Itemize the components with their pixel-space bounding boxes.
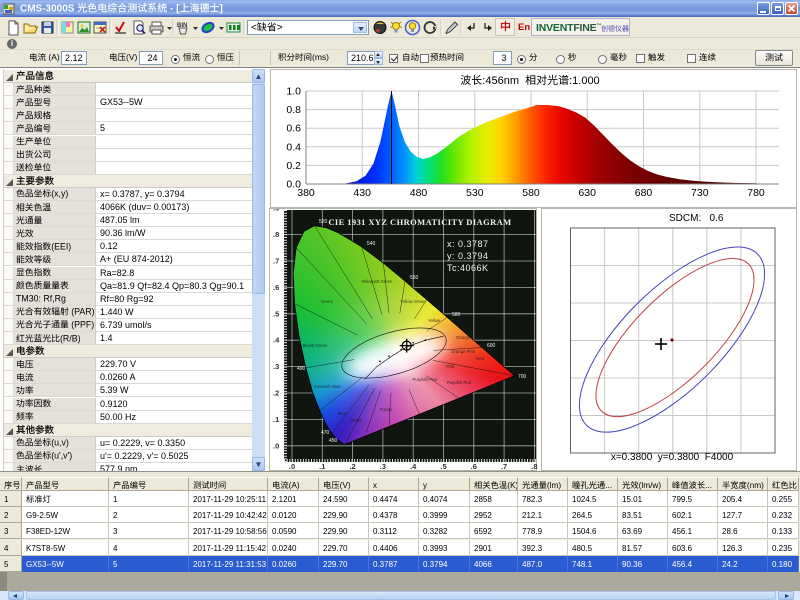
svg-text:780: 780 (747, 187, 765, 199)
svg-text:1.0: 1.0 (286, 86, 301, 98)
svg-text:...: ... (705, 480, 712, 490)
svg-text:<: < (251, 23, 257, 34)
svg-text:Purplish Red: Purplish Red (447, 380, 472, 385)
svg-text:...: ... (605, 480, 612, 490)
svg-text::456nm: :456nm (482, 75, 525, 87)
svg-text:(u,v): (u,v) (51, 438, 69, 448)
svg-text:520: 520 (319, 219, 328, 225)
svg-text:(A): (A) (289, 480, 300, 490)
svg-text:470: 470 (321, 430, 330, 436)
svg-text:(PAR): (PAR) (68, 307, 94, 317)
svg-text::1.000: :1.000 (569, 75, 600, 87)
svg-text:540: 540 (367, 241, 376, 247)
svg-text:Yellow: Yellow (428, 318, 441, 323)
svg-text:Orange: Orange (456, 335, 471, 340)
svg-text:Yellowish Green: Yellowish Green (362, 279, 394, 284)
svg-text:CIE 1931 XYZ CHROMATICITY DI: CIE 1931 XYZ CHROMATICITY DIAGRAM (328, 217, 511, 227)
svg-text:530: 530 (466, 187, 484, 199)
svg-text:560: 560 (410, 275, 419, 281)
svg-text:Tc:4066K: Tc:4066K (447, 263, 489, 273)
svg-text:Purple: Purple (380, 407, 393, 412)
svg-text:430: 430 (353, 187, 371, 199)
svg-text:0.4: 0.4 (286, 141, 301, 153)
svg-text:Pink: Pink (446, 364, 455, 369)
svg-text:x: 0.3787: x: 0.3787 (447, 239, 489, 249)
svg-text:580: 580 (452, 312, 461, 318)
svg-text:580: 580 (522, 187, 540, 199)
svg-text:Yellow Green: Yellow Green (400, 299, 426, 304)
svg-text:- [: - [ (167, 4, 180, 15)
svg-text:(ms): (ms) (312, 52, 329, 62)
svg-text:(V): (V) (126, 52, 138, 62)
svg-text:SDCM: 0.6: SDCM: 0.6 (669, 213, 724, 224)
svg-text:(lm): (lm) (547, 480, 562, 490)
svg-text:Violet: Violet (351, 418, 362, 423)
svg-text:730: 730 (691, 187, 709, 199)
svg-text:CMS-3000S: CMS-3000S (20, 4, 77, 15)
svg-text:Purplish Pink: Purplish Pink (412, 377, 438, 382)
svg-text:680: 680 (635, 187, 653, 199)
svg-text:630: 630 (578, 187, 596, 199)
svg-text:450: 450 (329, 438, 338, 444)
svg-text:(R/B): (R/B) (60, 333, 81, 343)
svg-text:Green: Green (321, 299, 334, 304)
svg-text:0.8: 0.8 (286, 104, 301, 116)
svg-text:480: 480 (410, 187, 428, 199)
svg-text:0.0: 0.0 (286, 179, 301, 191)
svg-text:(PPF): (PPF) (68, 320, 93, 330)
svg-text:x=0.3800 y=0.3800 F4000: x=0.3800 y=0.3800 F4000 (611, 452, 734, 463)
svg-text:TM30: Rf,Rg: TM30: Rf,Rg (16, 294, 66, 304)
svg-text:(V): (V) (340, 480, 351, 490)
svg-text:Greenish Blue: Greenish Blue (313, 384, 341, 389)
svg-text:>: > (277, 23, 283, 34)
svg-text:(A): (A) (46, 52, 60, 62)
svg-text:y: 0.3794: y: 0.3794 (447, 251, 489, 261)
svg-text:Blue: Blue (338, 411, 347, 416)
svg-text:Bluish Green: Bluish Green (303, 343, 328, 348)
svg-text:490: 490 (297, 366, 306, 372)
svg-text:0.2: 0.2 (286, 160, 301, 172)
svg-text:700: 700 (518, 374, 527, 380)
svg-text:]: ] (220, 4, 223, 15)
svg-text:0.6: 0.6 (286, 123, 301, 135)
svg-text:(lm/w): (lm/w) (639, 480, 662, 490)
svg-text:Orange Pink: Orange Pink (451, 349, 476, 354)
svg-text:(K): (K) (507, 480, 518, 490)
svg-text:600: 600 (487, 343, 496, 349)
svg-text:(x,y): (x,y) (51, 189, 68, 199)
svg-text:(u',v'): (u',v') (51, 451, 72, 461)
svg-text:(EEI): (EEI) (51, 241, 71, 251)
svg-text:(nm): (nm) (747, 480, 764, 490)
svg-text:Red: Red (476, 356, 484, 361)
